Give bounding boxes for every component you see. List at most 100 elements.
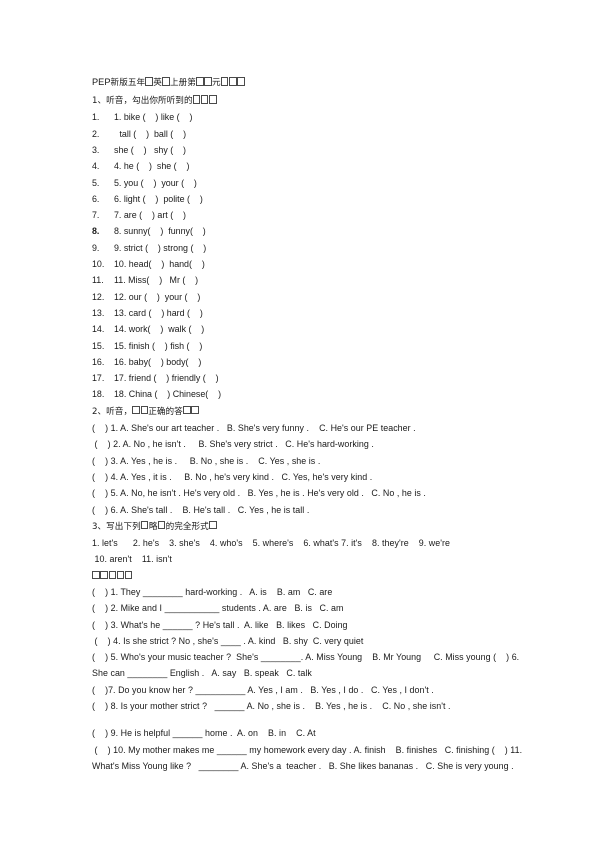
vocab-list-item: 9. 9. strict ( ) strong ( ): [92, 240, 524, 256]
list-item-text: 7. are ( ) art ( ): [114, 210, 186, 221]
section3-heading: 3、写出下列略的完全形式: [92, 518, 524, 535]
list-item-text: 11. Miss( ) Mr ( ): [114, 275, 199, 286]
missing-glyph-box: [116, 571, 124, 580]
list-item-text: she ( ) shy ( ): [114, 144, 186, 155]
vocab-list-item: 10. 10. head( ) hand( ): [92, 256, 524, 272]
missing-glyph-box: [237, 77, 245, 86]
missing-glyph-box: [204, 77, 212, 86]
document-page: PEP新版五年英上册第元 1、听音，勾出你所听到的 1. 1. bike ( ) …: [0, 0, 595, 842]
list-item-number: 18.: [92, 389, 105, 400]
missing-glyph-box: [209, 521, 217, 530]
vocab-list-item: 4. 4. he ( ) she ( ): [92, 158, 524, 174]
missing-glyph-box: [191, 406, 199, 415]
vocab-list-item: 5. 5. you ( ) your ( ): [92, 175, 524, 191]
list-item-text: 6. light ( ) polite ( ): [114, 193, 203, 204]
question-line: ( ) 5. A. No, he isn't . He's very old .…: [92, 488, 426, 499]
section4-heading: [92, 568, 524, 584]
question-line: ( ) 1. They ________ hard-working . A. i…: [92, 587, 333, 597]
section3-line-1: 1. let's 2. he's 3. she's 4. who's 5. wh…: [92, 538, 450, 549]
missing-glyph-box: [209, 95, 217, 104]
question-line: ( ) 5. Who's your music teacher ? She's …: [92, 652, 522, 679]
document-body: PEP新版五年英上册第元 1、听音，勾出你所听到的 1. 1. bike ( ) …: [92, 74, 524, 774]
cjk-text: 略: [148, 521, 158, 532]
list-item-text: 14. work( ) walk ( ): [114, 324, 205, 335]
question-line: ( ) 1. A. She's our art teacher . B. She…: [92, 423, 416, 434]
question-line: ( ) 2. Mike and I ___________ students .…: [92, 603, 344, 614]
page-title: PEP新版五年英上册第元: [92, 74, 524, 92]
question-line: ( ) 6. A. She's tall . B. He's tall . C.…: [92, 504, 310, 515]
vocab-list-item: 11. 11. Miss( ) Mr ( ): [92, 272, 524, 288]
list-item-number: 14.: [92, 324, 105, 335]
vocab-list-item: 8. 8. sunny( ) funny( ): [92, 223, 524, 239]
vocab-list-item: 12. 12. our ( ) your ( ): [92, 289, 524, 305]
cjk-text: 2、听音，: [92, 406, 133, 417]
list-item-number: 16.: [92, 356, 105, 367]
list-item-text: 9. strict ( ) strong ( ): [114, 242, 207, 253]
question-line: ( ) 8. Is your mother strict ? ______ A.…: [92, 701, 451, 712]
list-item-text: 4. he ( ) she ( ): [114, 161, 190, 172]
question-line: ( ) 9. He is helpful ______ home . A. on…: [92, 728, 316, 739]
question-line: ( ) 10. My mother makes me ______ my hom…: [92, 744, 525, 771]
cjk-text: 1、听音，勾出你所听到的: [92, 96, 193, 107]
list-item-text: 17. friend ( ) friendly ( ): [114, 373, 219, 384]
cjk-text: 上册第: [169, 78, 196, 88]
cjk-text: 英: [153, 78, 162, 88]
list-item-text: 5. you ( ) your ( ): [114, 177, 197, 188]
list-item-number: 12.: [92, 291, 105, 302]
missing-glyph-box: [145, 77, 153, 86]
list-item-number: 5.: [92, 177, 100, 188]
vocab-list-item: 18. 18. China ( ) Chinese( ): [92, 386, 524, 402]
question-line: ( ) 3. A. Yes , he is . B. No , she is .…: [92, 455, 321, 466]
list-item-number: 8.: [92, 226, 100, 237]
vocab-list-item: 2. tall ( ) ball ( ): [92, 126, 524, 142]
vocab-list-item: 1. 1. bike ( ) like ( ): [92, 109, 524, 125]
list-item-number: 2.: [92, 128, 100, 139]
question-line: ( ) 4. Is she strict ? No , she's ____ .…: [92, 635, 364, 646]
list-item-text: 8. sunny( ) funny( ): [114, 226, 206, 237]
question-line: ( )7. Do you know her ? __________ A. Ye…: [92, 684, 434, 695]
list-item-number: 7.: [92, 210, 100, 221]
cjk-text: 正确的答: [148, 406, 183, 417]
list-item-text: 12. our ( ) your ( ): [114, 291, 201, 302]
list-item-text: 18. China ( ) Chinese( ): [114, 389, 222, 400]
list-item-text: 10. head( ) hand( ): [114, 259, 205, 270]
missing-glyph-box: [162, 77, 170, 86]
list-item-number: 6.: [92, 193, 100, 204]
section1-list: 1. 1. bike ( ) like ( ) 2. tall ( ) ball (…: [92, 109, 524, 402]
question-line: ( ) 2. A. No , he isn't . B. She's very …: [92, 439, 374, 450]
list-item-text: 1. bike ( ) like ( ): [114, 112, 193, 123]
list-item-number: 17.: [92, 373, 105, 384]
cjk-text: 的完全形式: [165, 521, 209, 532]
list-item-number: 15.: [92, 340, 105, 351]
missing-glyph-box: [183, 406, 191, 415]
vocab-list-item: 7. 7. are ( ) art ( ): [92, 207, 524, 223]
list-item-number: 10.: [92, 259, 105, 270]
vocab-list-item: 6. 6. light ( ) polite ( ): [92, 191, 524, 207]
missing-glyph-box: [157, 521, 166, 530]
list-item-text: 15. finish ( ) fish ( ): [114, 340, 203, 351]
list-item-text: 13. card ( ) hard ( ): [114, 307, 203, 318]
list-item-number: 3.: [92, 144, 100, 155]
vocab-list-item: 14. 14. work( ) walk ( ): [92, 321, 524, 337]
cjk-text: 新版五年: [110, 78, 146, 88]
vocab-list-item: 15. 15. finish ( ) fish ( ): [92, 338, 524, 354]
section4-list: ( ) 1. They ________ hard-working . A. i…: [92, 584, 524, 774]
missing-glyph-box: [132, 406, 140, 415]
missing-glyph-box: [140, 406, 148, 415]
missing-glyph-box: [192, 95, 201, 104]
question-line: ( ) 3. What's he ______ ? He's tall . A.…: [92, 619, 348, 630]
list-item-number: 11.: [92, 275, 104, 286]
cjk-text: 3、写出下列: [92, 521, 141, 532]
section2-heading: 2、听音， 正确的答: [92, 403, 524, 420]
vocab-list-item: 16. 16. baby( ) body( ): [92, 354, 524, 370]
list-item-text: tall ( ) ball ( ): [117, 128, 187, 139]
list-item-number: 13.: [92, 307, 105, 318]
missing-glyph-box: [100, 571, 108, 580]
section1-heading: 1、听音，勾出你所听到的: [92, 92, 524, 109]
cjk-text: 元: [212, 78, 221, 88]
missing-glyph-box: [201, 95, 209, 104]
section2-list: ( ) 1. A. She's our art teacher . B. She…: [92, 420, 524, 518]
missing-glyph-box: [92, 571, 100, 580]
list-item-text: 16. baby( ) body( ): [114, 356, 202, 367]
